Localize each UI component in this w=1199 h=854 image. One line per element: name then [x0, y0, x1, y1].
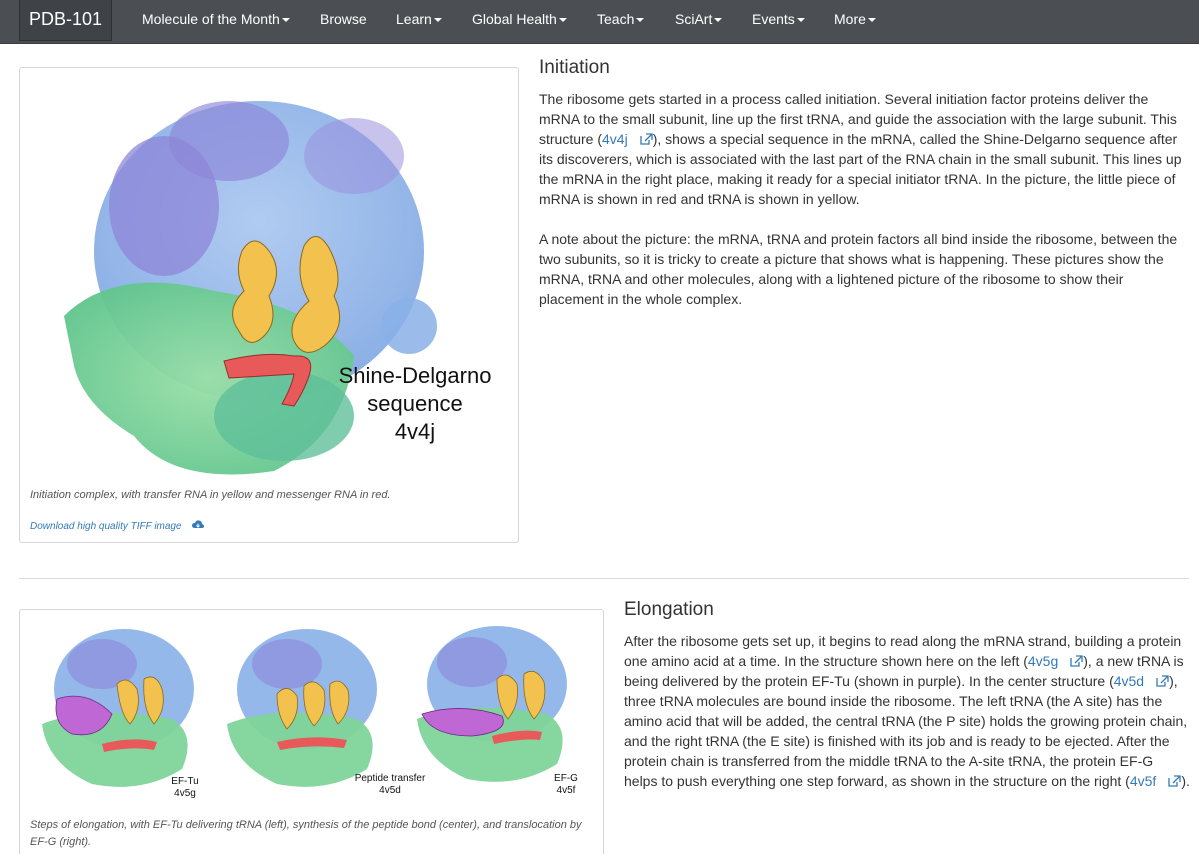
elongation-paragraph: After the ribosome gets set up, it begin… [624, 633, 1190, 789]
ribosome-4v5f-image [417, 626, 567, 782]
caret-down-icon [867, 18, 876, 23]
elongation-figure-caption: Steps of elongation, with EF-Tu deliveri… [30, 819, 582, 848]
download-tiff-link[interactable]: Download high quality TIFF image [30, 517, 205, 537]
nav-molecule-of-the-month[interactable]: Molecule of the Month [142, 0, 290, 38]
link-4v5d[interactable]: 4v5d [1114, 673, 1169, 689]
nav-learn[interactable]: Learn [396, 0, 442, 38]
elongation-ribosome-images [42, 626, 567, 787]
caret-down-icon [796, 18, 805, 23]
external-link-icon [640, 133, 653, 145]
link-4v5g[interactable]: 4v5g [1028, 653, 1083, 669]
link-4v4j[interactable]: 4v4j [602, 131, 653, 147]
link-4v5f[interactable]: 4v5f [1130, 773, 1181, 789]
external-link-icon [1168, 775, 1181, 787]
external-link-icon [1070, 655, 1083, 667]
caret-down-icon [636, 18, 645, 23]
ribosome-4v5g-image [42, 629, 194, 787]
nav-events[interactable]: Events [752, 0, 805, 38]
nav-global-health[interactable]: Global Health [472, 0, 567, 38]
elongation-figure-panel: EF-Tu 4v5g Peptide transfer 4v5d EF-G 4v… [19, 609, 604, 854]
caret-down-icon [558, 18, 567, 23]
caret-down-icon [714, 18, 723, 23]
nav-teach[interactable]: Teach [597, 0, 645, 38]
elongation-heading: Elongation [624, 599, 714, 620]
initiation-figure-caption: Initiation complex, with transfer RNA in… [30, 489, 391, 501]
elongation-panel-label: Peptide transfer 4v5d [354, 773, 426, 796]
nav-sciart[interactable]: SciArt [675, 0, 723, 38]
nav-more[interactable]: More [834, 0, 876, 38]
caret-down-icon [281, 18, 290, 23]
initiation-paragraph-1: The ribosome gets started in a process c… [539, 91, 1182, 207]
initiation-heading: Initiation [539, 57, 610, 78]
cloud-download-icon [192, 520, 205, 528]
brand-logo-link[interactable]: PDB-101 [19, 0, 112, 41]
initiation-figure-panel: Shine-Delgarno sequence 4v4j Initiation … [19, 67, 519, 543]
external-link-icon [1156, 675, 1169, 687]
section-divider [19, 578, 1189, 579]
nav-browse[interactable]: Browse [320, 0, 367, 38]
initiation-figure-label: Shine-Delgarno sequence 4v4j [338, 363, 492, 444]
ribosome-4v5d-image [227, 629, 377, 787]
initiation-paragraph-2: A note about the picture: the mRNA, tRNA… [539, 231, 1178, 307]
top-navbar: PDB-101 Molecule of the Month Browse Lea… [0, 0, 1199, 44]
elongation-panel-label: EF-Tu 4v5g [171, 776, 199, 799]
elongation-panel-label: EF-G 4v5f [554, 773, 578, 796]
caret-down-icon [433, 18, 442, 23]
